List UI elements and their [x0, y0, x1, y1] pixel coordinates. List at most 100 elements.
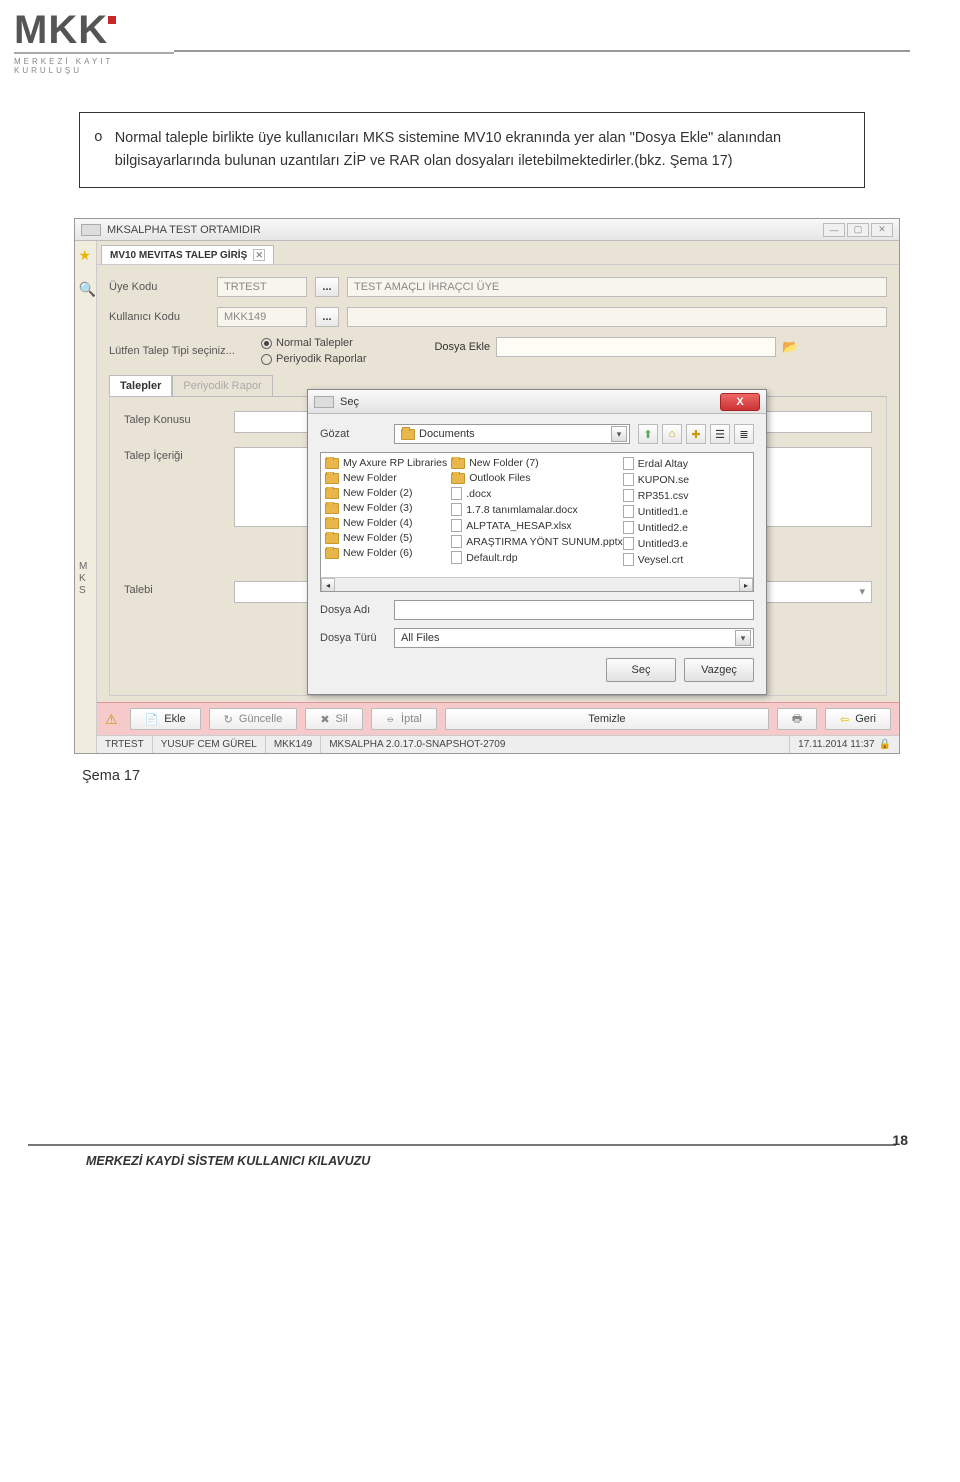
- radio-periyodik-raporlar[interactable]: Periyodik Raporlar: [261, 353, 366, 365]
- talep-icerigi-label: Talep İçeriği: [124, 447, 224, 462]
- minimize-button[interactable]: —: [823, 223, 845, 237]
- radio-empty-icon: [261, 354, 272, 365]
- vazgec-button[interactable]: Vazgeç: [684, 658, 754, 682]
- file-item-label: KUPON.se: [638, 474, 689, 486]
- app-window: MKSALPHA TEST ORTAMIDIR — ▢ ✕ ★ 🔍 M K S …: [74, 218, 900, 754]
- close-button[interactable]: ✕: [871, 223, 893, 237]
- radio-normal-talepler[interactable]: Normal Talepler: [261, 337, 366, 349]
- folder-icon: [401, 429, 415, 440]
- kullanici-kodu-desc-field: [347, 307, 887, 327]
- file-icon: [451, 503, 462, 516]
- temizle-button[interactable]: Temizle: [445, 708, 769, 730]
- file-list-scrollbar[interactable]: ◂ ▸: [321, 577, 753, 591]
- scroll-right-icon[interactable]: ▸: [739, 578, 753, 592]
- talep-tipi-label: Lütfen Talep Tipi seçiniz...: [109, 337, 249, 357]
- file-item[interactable]: Veysel.crt: [623, 553, 749, 566]
- file-item[interactable]: RP351.csv: [623, 489, 749, 502]
- kullanici-kodu-lookup-button[interactable]: ...: [315, 307, 339, 327]
- file-item[interactable]: New Folder (3): [325, 502, 451, 514]
- file-item[interactable]: New Folder (2): [325, 487, 451, 499]
- app-titlebar: MKSALPHA TEST ORTAMIDIR — ▢ ✕: [75, 219, 899, 241]
- nav-up-icon[interactable]: ⬆: [638, 424, 658, 444]
- file-icon: [451, 551, 462, 564]
- logo-subtitle: MERKEZİ KAYIT KURULUŞU: [14, 52, 174, 75]
- uye-kodu-field[interactable]: TRTEST: [217, 277, 307, 297]
- file-item[interactable]: Default.rdp: [451, 551, 623, 564]
- header-rule: [174, 50, 910, 52]
- file-list[interactable]: My Axure RP Libraries New Folder New Folde…: [320, 452, 754, 592]
- footer-rule: [28, 1144, 896, 1146]
- tab-talepler[interactable]: Talepler: [109, 375, 172, 396]
- folder-icon: [325, 548, 339, 559]
- print-button[interactable]: 🖶: [777, 708, 817, 730]
- folder-icon: [451, 458, 465, 469]
- tab-periyodik-raporlar[interactable]: Periyodik Rapor: [172, 375, 272, 396]
- folder-open-icon[interactable]: 📂: [782, 339, 798, 355]
- file-item[interactable]: My Axure RP Libraries: [325, 457, 451, 469]
- nav-home-icon[interactable]: ⌂: [662, 424, 682, 444]
- file-item[interactable]: New Folder (6): [325, 547, 451, 559]
- dosya-turu-combo[interactable]: All Files ▾: [394, 628, 754, 648]
- folder-icon: [451, 473, 465, 484]
- radio-dot-icon: [261, 338, 272, 349]
- file-icon: [623, 537, 634, 550]
- view-details-icon[interactable]: ≣: [734, 424, 754, 444]
- file-item-label: New Folder (7): [469, 457, 538, 469]
- search-icon[interactable]: 🔍: [79, 281, 93, 295]
- dosya-adi-field[interactable]: [394, 600, 754, 620]
- refresh-icon: ↻: [224, 713, 233, 726]
- status-user: YUSUF CEM GÜREL: [153, 736, 266, 753]
- delete-icon: ✖: [320, 713, 329, 726]
- file-item[interactable]: Untitled2.e: [623, 521, 749, 534]
- file-item[interactable]: 1.7.8 tanımlamalar.docx: [451, 503, 623, 516]
- kullanici-kodu-field[interactable]: MKK149: [217, 307, 307, 327]
- file-item[interactable]: .docx: [451, 487, 623, 500]
- iptal-button[interactable]: ⦵İptal: [371, 708, 437, 730]
- combo-arrow-icon[interactable]: ▾: [735, 630, 751, 646]
- dosya-ekle-field[interactable]: [496, 337, 776, 357]
- guncelle-button[interactable]: ↻Güncelle: [209, 708, 298, 730]
- file-icon: [451, 519, 462, 532]
- maximize-button[interactable]: ▢: [847, 223, 869, 237]
- sil-button[interactable]: ✖Sil: [305, 708, 362, 730]
- file-item[interactable]: New Folder: [325, 472, 451, 484]
- file-item-label: Erdal Altay: [638, 458, 688, 470]
- dialog-title: Seç: [340, 396, 359, 408]
- geri-button[interactable]: ⇦Geri: [825, 708, 891, 730]
- file-item[interactable]: Outlook Files: [451, 472, 623, 484]
- file-item[interactable]: New Folder (7): [451, 457, 623, 469]
- view-list-icon[interactable]: ☰: [710, 424, 730, 444]
- dialog-close-button[interactable]: X: [720, 393, 760, 411]
- figure-caption: Şema 17: [82, 768, 910, 784]
- file-item-label: ALPTATA_HESAP.xlsx: [466, 520, 571, 532]
- dosya-ekle-label: Dosya Ekle: [434, 341, 490, 353]
- file-icon: [623, 521, 634, 534]
- combo-arrow-icon[interactable]: ▾: [611, 426, 627, 442]
- file-item-label: New Folder (6): [343, 547, 412, 559]
- tab-close-icon[interactable]: ✕: [253, 249, 265, 261]
- new-folder-icon[interactable]: ✚: [686, 424, 706, 444]
- file-item[interactable]: Untitled3.e: [623, 537, 749, 550]
- sec-button[interactable]: Seç: [606, 658, 676, 682]
- ekle-button[interactable]: 📄Ekle: [130, 708, 201, 730]
- lock-icon: 🔒: [879, 739, 891, 750]
- uye-kodu-lookup-button[interactable]: ...: [315, 277, 339, 297]
- file-item[interactable]: New Folder (4): [325, 517, 451, 529]
- file-item-label: Untitled2.e: [638, 522, 688, 534]
- location-combo[interactable]: Documents ▾: [394, 424, 630, 444]
- scroll-left-icon[interactable]: ◂: [321, 578, 335, 592]
- file-item[interactable]: New Folder (5): [325, 532, 451, 544]
- favorites-icon[interactable]: ★: [79, 247, 93, 261]
- file-dialog: Seç X Gözat Documents ▾ ⬆: [307, 389, 767, 695]
- file-item[interactable]: Erdal Altay: [623, 457, 749, 470]
- file-item[interactable]: ALPTATA_HESAP.xlsx: [451, 519, 623, 532]
- file-item[interactable]: Untitled1.e: [623, 505, 749, 518]
- footer-text: MERKEZİ KAYDİ SİSTEM KULLANICI KILAVUZU: [86, 1154, 910, 1178]
- file-item[interactable]: KUPON.se: [623, 473, 749, 486]
- screen-tab[interactable]: MV10 MEVITAS TALEP GİRİŞ ✕: [101, 245, 274, 264]
- file-icon: [623, 489, 634, 502]
- file-item[interactable]: ARAŞTIRMA YÖNT SUNUM.pptx: [451, 535, 623, 548]
- file-item-label: Outlook Files: [469, 472, 530, 484]
- gozat-label: Gözat: [320, 428, 386, 440]
- file-item-label: New Folder (5): [343, 532, 412, 544]
